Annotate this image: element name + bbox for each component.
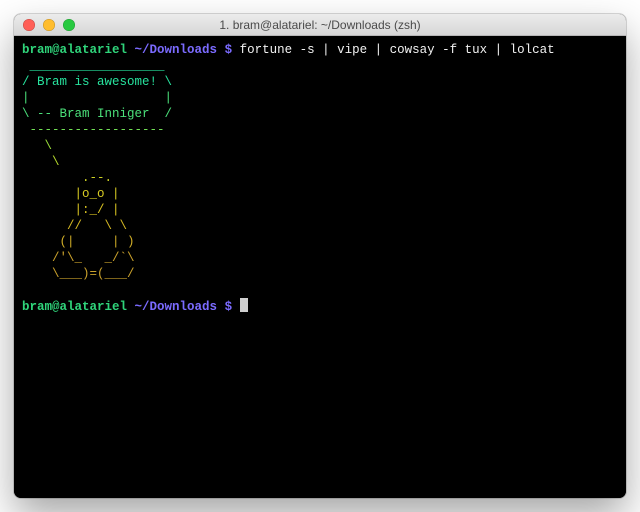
output-line: // \ \: [22, 219, 127, 233]
titlebar: 1. bram@alatariel: ~/Downloads (zsh): [14, 14, 626, 36]
command-text: fortune -s | vipe | cowsay -f tux | lolc…: [240, 43, 555, 57]
terminal-window: 1. bram@alatariel: ~/Downloads (zsh) bra…: [14, 14, 626, 498]
output-line: /'\_ _/`\: [22, 251, 135, 265]
prompt-userhost: bram@alatariel: [22, 300, 127, 314]
traffic-lights: [14, 19, 75, 31]
zoom-icon[interactable]: [63, 19, 75, 31]
output-line: ------------------: [22, 123, 165, 137]
output-line: .--.: [22, 171, 112, 185]
window-title: 1. bram@alatariel: ~/Downloads (zsh): [14, 18, 626, 32]
output-line: | |: [22, 91, 172, 105]
output-line: \: [22, 155, 60, 169]
output-line: __________________: [22, 59, 165, 73]
prompt-path: ~/Downloads: [135, 43, 218, 57]
close-icon[interactable]: [23, 19, 35, 31]
output-line: |o_o |: [22, 187, 120, 201]
output-line: |:_/ |: [22, 203, 120, 217]
prompt-sigil: $: [225, 300, 233, 314]
prompt-userhost: bram@alatariel: [22, 43, 127, 57]
prompt-sigil: $: [225, 43, 233, 57]
output-line: / Bram is awesome! \: [22, 75, 172, 89]
prompt-path: ~/Downloads: [135, 300, 218, 314]
output-line: (| | ): [22, 235, 135, 249]
output-line: \ -- Bram Inniger /: [22, 107, 172, 121]
minimize-icon[interactable]: [43, 19, 55, 31]
output-line: \___)=(___/: [22, 267, 135, 281]
cursor-icon: [240, 298, 248, 312]
output-line: \: [22, 139, 52, 153]
terminal-body[interactable]: bram@alatariel ~/Downloads $ fortune -s …: [14, 36, 626, 498]
